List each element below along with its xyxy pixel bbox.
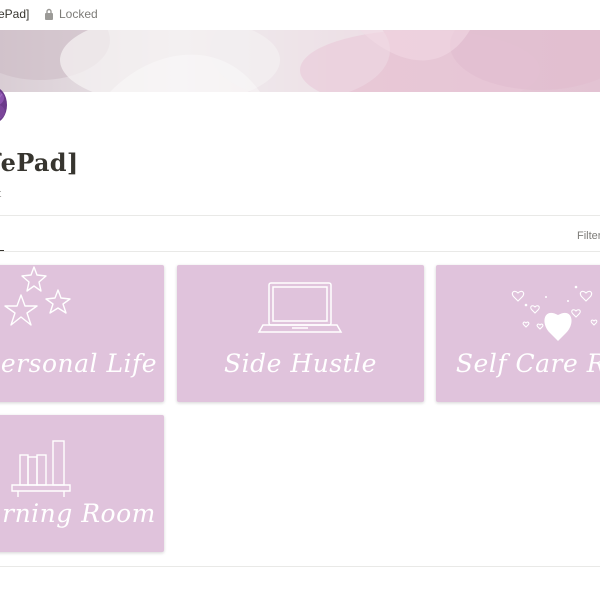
gallery-card-side-hustle[interactable]: Side Hustle bbox=[177, 265, 424, 402]
page-subtitle: nt bbox=[0, 188, 1, 200]
card-label: ersonal Life bbox=[0, 349, 158, 378]
bookshelf-icon bbox=[11, 440, 71, 497]
divider bbox=[0, 251, 600, 252]
page-title: fePad] bbox=[0, 148, 79, 177]
gallery-card-personal-life[interactable]: ersonal Life bbox=[0, 265, 164, 402]
card-label: rning Room bbox=[2, 499, 156, 528]
hearts-icon bbox=[511, 285, 598, 341]
cover-image[interactable] bbox=[0, 30, 600, 92]
lock-icon bbox=[45, 8, 53, 20]
breadcrumb-page[interactable]: ePad] bbox=[0, 7, 29, 21]
gallery-card-self-care[interactable]: Self Care R bbox=[436, 265, 600, 402]
gallery-card-learning-room[interactable]: rning Room bbox=[0, 415, 164, 552]
card-label: Self Care R bbox=[455, 349, 600, 378]
laptop-icon bbox=[257, 282, 343, 333]
divider bbox=[0, 566, 600, 567]
lock-status[interactable]: Locked bbox=[59, 7, 98, 21]
card-label: Side Hustle bbox=[224, 349, 377, 378]
divider bbox=[0, 215, 600, 216]
stars-icon bbox=[4, 266, 71, 326]
purple-flower-icon[interactable] bbox=[0, 84, 8, 126]
filter-button[interactable]: Filter bbox=[577, 230, 600, 242]
topbar: ePad] Locked bbox=[0, 0, 600, 30]
